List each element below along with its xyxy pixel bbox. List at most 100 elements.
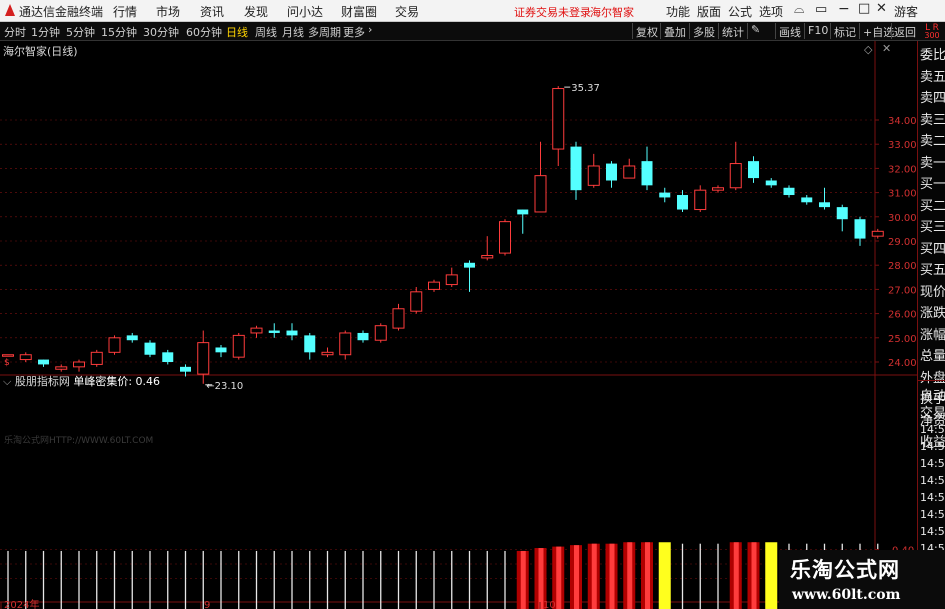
candle-down: [268, 330, 280, 333]
period-multi[interactable]: 多周期: [308, 24, 341, 40]
panel-divider: [918, 380, 945, 381]
candle-up: [321, 351, 334, 356]
divider: [689, 23, 690, 39]
candle-down: [464, 262, 475, 268]
indicator-red-bar-highlight: [627, 542, 633, 609]
label-sell1[interactable]: 卖一: [920, 152, 945, 171]
close-panel-icon[interactable]: ✕: [882, 42, 891, 55]
candle-up: [729, 163, 742, 189]
label-outer[interactable]: 外盘: [920, 367, 945, 386]
period-more[interactable]: 更多: [343, 24, 365, 40]
indicator-bars-group: 乐淘公式网HTTP://WWW.60LT.COM: [4, 434, 879, 609]
candle-down: [215, 347, 227, 353]
menu-item-community[interactable]: 财富圈: [341, 3, 377, 20]
headset-icon[interactable]: ⌓: [794, 2, 804, 17]
pen-icon[interactable]: ✎: [751, 23, 760, 36]
label-buy5[interactable]: 买五: [920, 259, 945, 278]
label-buy2[interactable]: 买二: [920, 195, 945, 214]
menu-item-trade[interactable]: 交易: [395, 3, 419, 20]
period-1min[interactable]: 1分钟: [31, 24, 60, 40]
tool-statistics[interactable]: 统计: [722, 24, 744, 40]
period-daily[interactable]: 日线: [226, 24, 248, 40]
chat-icon[interactable]: ▭: [815, 2, 827, 17]
close-icon[interactable]: ✕: [876, 1, 887, 16]
period-timeshare[interactable]: 分时: [4, 24, 26, 40]
label-buy1[interactable]: 买一: [920, 173, 945, 192]
period-toolbar: 分时 1分钟 5分钟 15分钟 30分钟 60分钟 日线 周线 月线 多周期 更…: [0, 22, 945, 41]
label-sell2[interactable]: 卖二: [920, 130, 945, 149]
tool-drawing[interactable]: 画线: [779, 24, 801, 40]
guest-button[interactable]: 游客: [894, 3, 918, 20]
label-sell4[interactable]: 卖四: [920, 87, 945, 106]
tick-time: 14:56: [920, 491, 945, 504]
kline-chart-area[interactable]: 35.37 ←23.10 乐淘公式网HTTP://WWW.60LT.COM 34.…: [0, 41, 917, 609]
label-buy3[interactable]: 买三: [920, 216, 945, 235]
indicator-title: ⌵ 股朋指标网 单峰密集价: 0.46: [3, 373, 160, 389]
period-15min[interactable]: 15分钟: [101, 24, 137, 40]
candle-down: [570, 146, 582, 191]
menu-item-layout[interactable]: 版面: [697, 3, 721, 20]
candle-up: [73, 361, 85, 368]
menu-item-market[interactable]: 行情: [113, 3, 137, 20]
tool-multi-stock[interactable]: 多股: [693, 24, 715, 40]
price-tick-label: 27.00: [888, 285, 917, 296]
chevron-right-icon[interactable]: ›: [368, 23, 372, 36]
tool-add-favorite[interactable]: +自选: [863, 24, 894, 40]
period-5min[interactable]: 5分钟: [66, 24, 95, 40]
candle-up: [55, 366, 68, 370]
tool-adjust[interactable]: 复权: [636, 24, 658, 40]
period-weekly[interactable]: 周线: [255, 24, 277, 40]
candle-down: [357, 332, 369, 341]
menu-item-markets[interactable]: 市场: [156, 3, 180, 20]
menu-item-news[interactable]: 资讯: [200, 3, 224, 20]
period-monthly[interactable]: 月线: [282, 24, 304, 40]
divider: [718, 23, 719, 39]
label-buy4[interactable]: 买四: [920, 238, 945, 257]
price-tick-label: 34.00: [888, 116, 917, 127]
label-volume[interactable]: 总量: [920, 345, 945, 364]
price-tick-label: 33.00: [888, 140, 917, 151]
tool-back[interactable]: 返回: [894, 24, 916, 40]
candle-up: [712, 187, 724, 191]
divider: [660, 23, 661, 39]
indicator-collapse-icon[interactable]: ⌵: [3, 375, 11, 388]
tool-f10[interactable]: F10: [808, 24, 828, 37]
menu-item-discover[interactable]: 发现: [244, 3, 268, 20]
label-sell5[interactable]: 卖五: [920, 66, 945, 85]
period-60min[interactable]: 60分钟: [186, 24, 222, 40]
login-status[interactable]: 证券交易未登录: [514, 4, 591, 20]
label-price[interactable]: 现价: [920, 281, 945, 300]
candle-down: [836, 207, 848, 220]
label-weibi[interactable]: 委比: [920, 44, 945, 63]
indicator-yellow-bar: [765, 542, 778, 609]
app-title: 通达信金融终端: [19, 5, 104, 19]
label-trade[interactable]: 交易: [920, 402, 945, 421]
menu-item-formula[interactable]: 公式: [728, 3, 752, 20]
menu-item-assistant[interactable]: 问小达: [287, 3, 323, 20]
minimize-icon[interactable]: −: [838, 1, 850, 17]
maximize-icon[interactable]: □: [858, 1, 870, 16]
label-change[interactable]: 涨跌: [920, 302, 945, 321]
label-sell3[interactable]: 卖三: [920, 109, 945, 128]
candle-up: [232, 334, 245, 358]
settings-icon[interactable]: ◇: [864, 43, 872, 56]
label-change-pct[interactable]: 涨幅: [920, 324, 945, 343]
candle-down: [748, 161, 759, 179]
indicator-yellow-bar: [658, 542, 671, 609]
candle-down: [304, 335, 316, 353]
candle-down: [38, 359, 49, 365]
candle-up: [108, 337, 121, 353]
candle-down: [517, 209, 529, 215]
tool-overlay[interactable]: 叠加: [664, 24, 686, 40]
tool-mark[interactable]: 标记: [834, 24, 856, 40]
app-window: 通达信金融终端 行情 市场 资讯 发现 问小达 财富圈 交易 证券交易未登录 海…: [0, 0, 945, 609]
menu-item-function[interactable]: 功能: [666, 3, 690, 20]
menu-item-options[interactable]: 选项: [759, 3, 783, 20]
candle-up: [623, 165, 636, 179]
period-30min[interactable]: 30分钟: [143, 24, 179, 40]
candle-down: [783, 187, 795, 196]
price-tick-label: 29.00: [888, 237, 917, 248]
ex-rights-marker: $: [4, 358, 10, 368]
tick-time: 14:56: [920, 525, 945, 538]
menu-bar: 通达信金融终端 行情 市场 资讯 发现 问小达 财富圈 交易 证券交易未登录 海…: [0, 0, 945, 22]
